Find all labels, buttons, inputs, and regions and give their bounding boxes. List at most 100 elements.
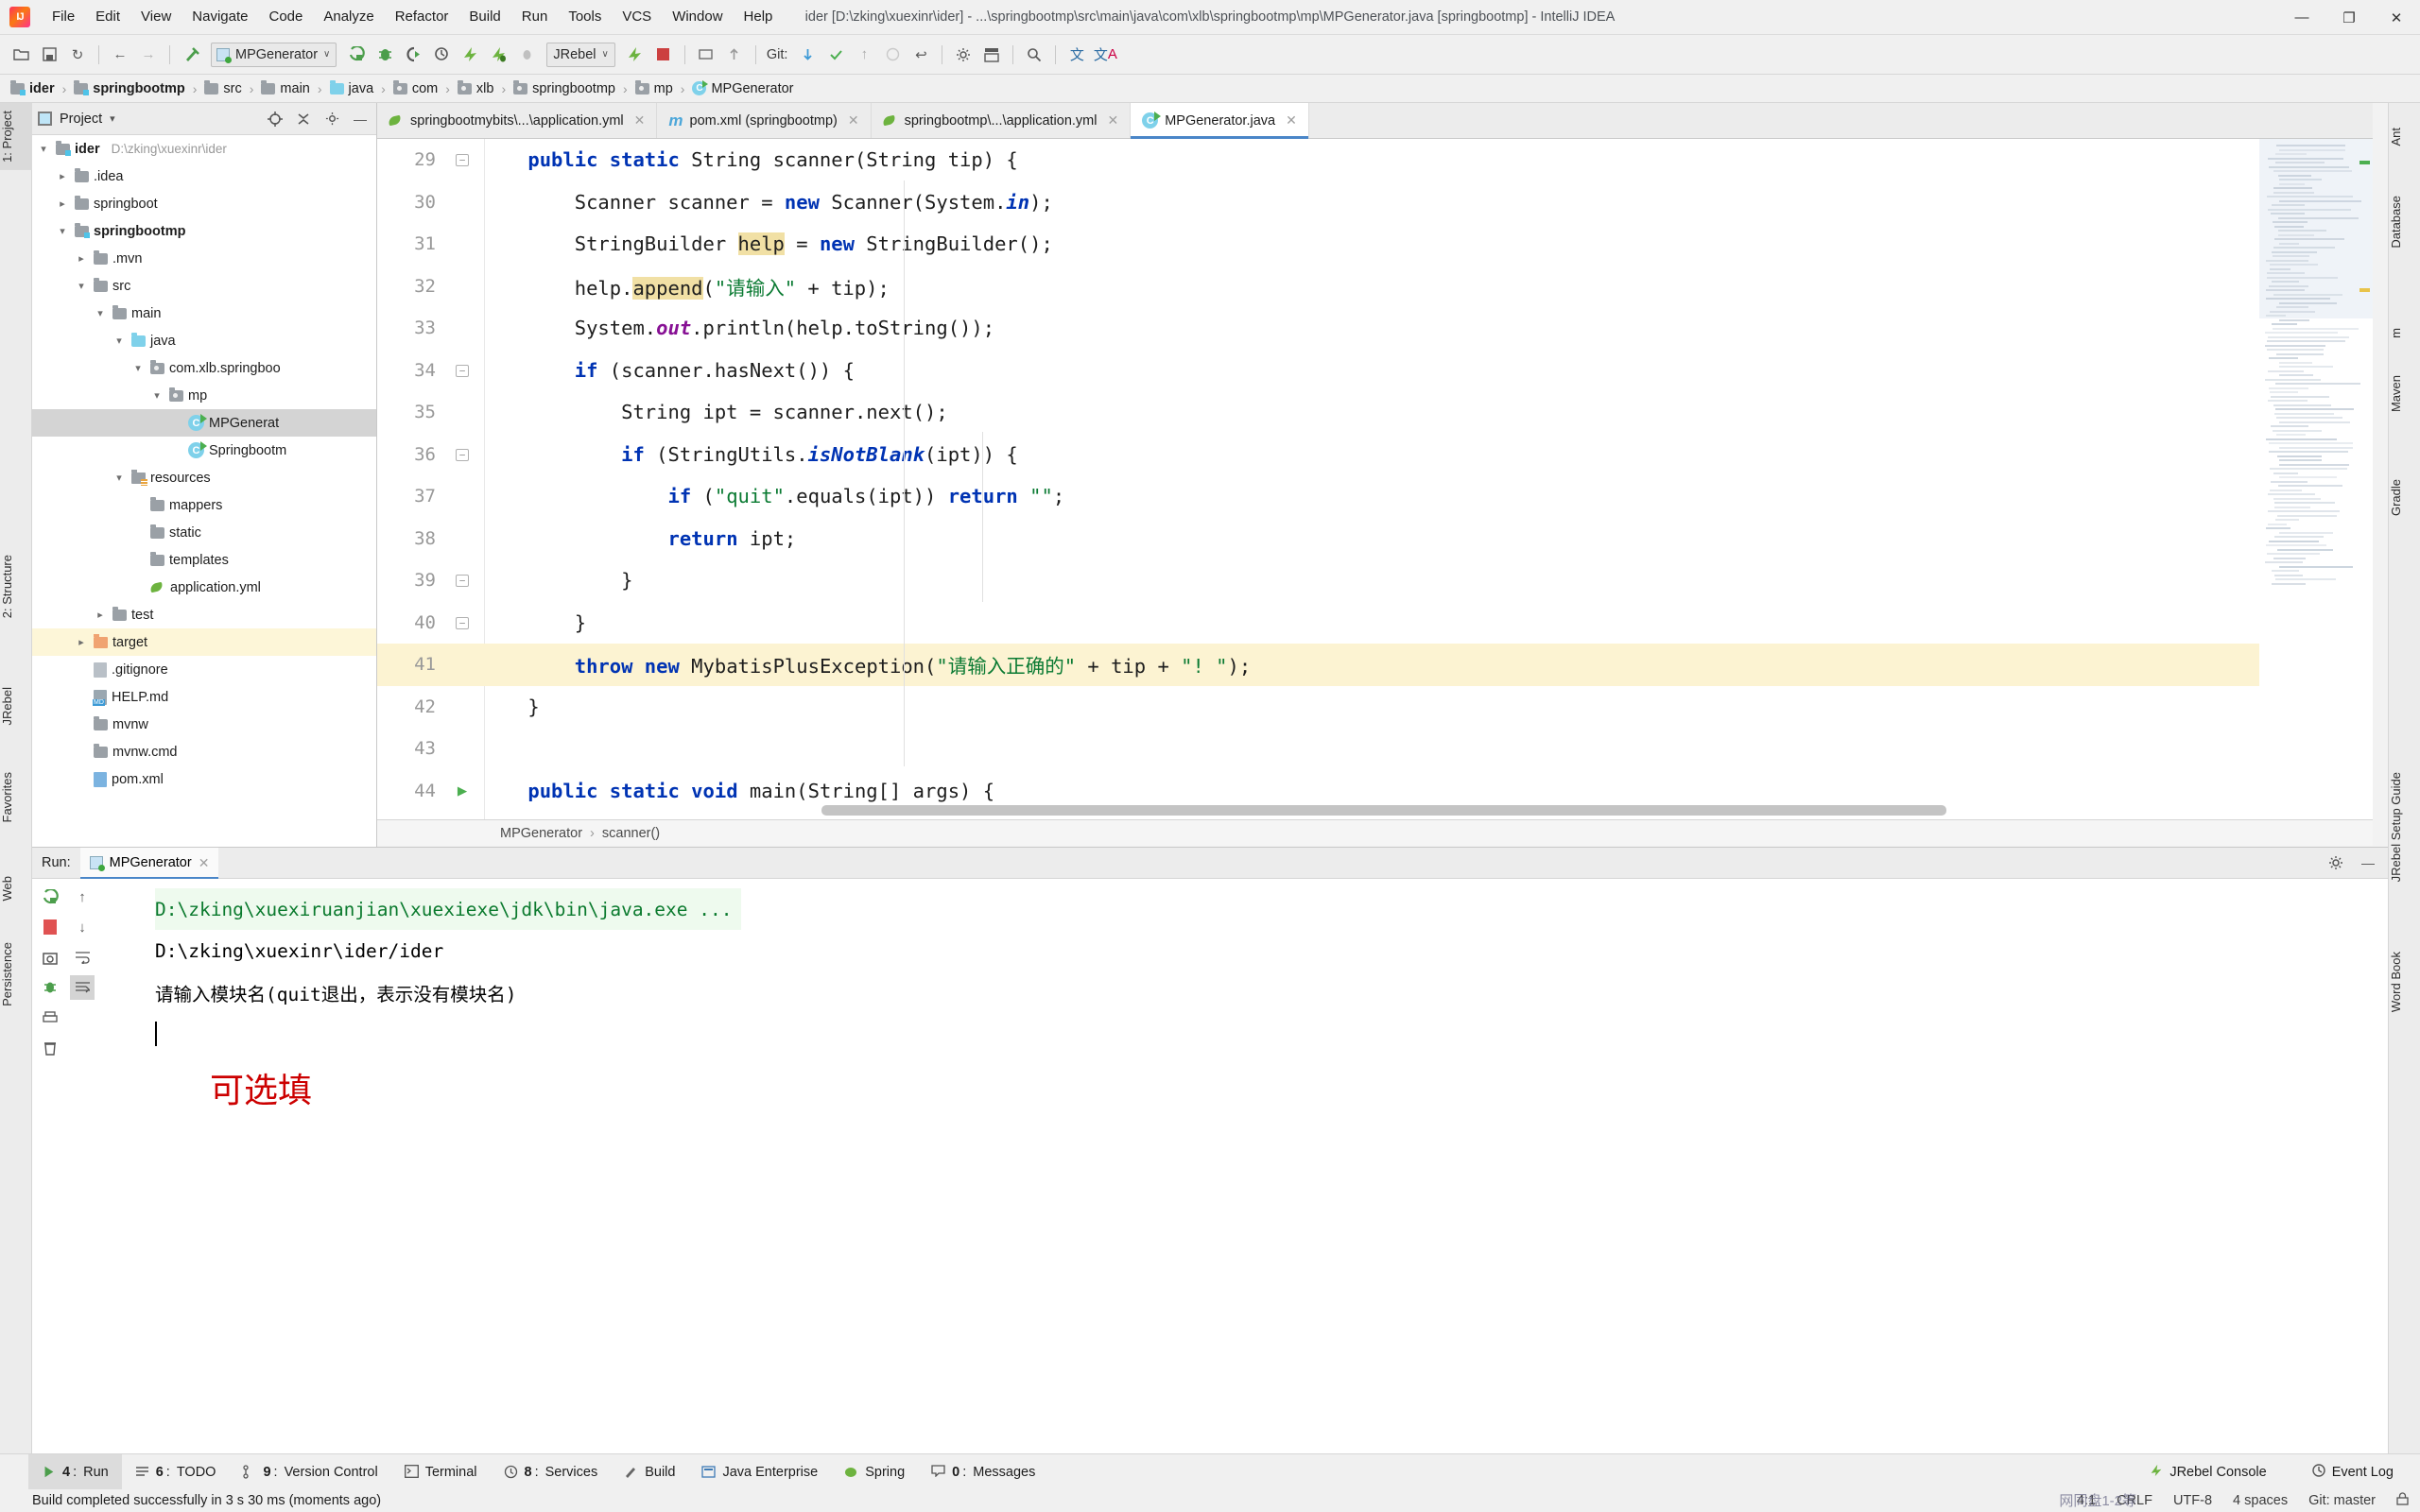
bottom-tab-build[interactable]: Build: [611, 1454, 688, 1490]
sidebar-item-m[interactable]: m: [2389, 320, 2420, 346]
maximize-button[interactable]: ❐: [2325, 0, 2373, 35]
stop-icon[interactable]: [38, 915, 62, 939]
run-with-coverage-icon[interactable]: [400, 42, 426, 68]
bottom-tab-event-log[interactable]: Event Log: [2299, 1454, 2407, 1490]
chevron-right-icon[interactable]: [74, 636, 89, 648]
menu-item-build[interactable]: Build: [458, 5, 510, 29]
breadcrumb-item-com[interactable]: com: [390, 81, 441, 96]
sync-icon[interactable]: ↻: [64, 42, 91, 68]
breadcrumb-item-main[interactable]: main: [258, 81, 312, 96]
tree-item[interactable]: java: [32, 327, 376, 354]
run-icon[interactable]: [343, 42, 370, 68]
git-revert-icon[interactable]: ↩: [908, 42, 934, 68]
tree-item[interactable]: .mvn: [32, 245, 376, 272]
git-commit-icon[interactable]: [822, 42, 849, 68]
sidebar-item-structure[interactable]: 2: Structure: [0, 547, 32, 626]
chevron-down-icon[interactable]: [112, 335, 127, 347]
fold-marker-icon[interactable]: −: [443, 152, 481, 167]
tree-item[interactable]: C MPGenerat: [32, 409, 376, 437]
chevron-down-icon[interactable]: ▾: [110, 112, 115, 125]
print-icon[interactable]: [38, 1005, 62, 1030]
jrebel-debug-icon[interactable]: [485, 42, 511, 68]
horizontal-scrollbar[interactable]: [821, 805, 1946, 816]
code-line[interactable]: 42 }: [377, 686, 2373, 729]
tree-item[interactable]: mappers: [32, 491, 376, 519]
code-line[interactable]: 36− if (StringUtils.isNotBlank(ipt)) {: [377, 434, 2373, 476]
gear-icon[interactable]: [2325, 852, 2346, 873]
hide-panel-icon[interactable]: —: [350, 109, 371, 129]
scroll-down-icon[interactable]: ↓: [70, 915, 95, 939]
sidebar-item-jrebel[interactable]: JRebel: [0, 679, 32, 732]
tree-item[interactable]: C Springbootm: [32, 437, 376, 464]
tree-item[interactable]: iderD:\zking\xuexinr\ider: [32, 135, 376, 163]
close-icon[interactable]: ✕: [634, 112, 646, 129]
menu-item-view[interactable]: View: [130, 5, 182, 29]
lang-icon[interactable]: 文A: [1092, 42, 1118, 68]
jrebel-selector[interactable]: JRebel ∨: [546, 43, 614, 67]
tree-item[interactable]: templates: [32, 546, 376, 574]
debug-icon[interactable]: [372, 42, 398, 68]
breadcrumb-item-mp[interactable]: mp: [632, 81, 676, 96]
git-branch[interactable]: Git: master: [2308, 1493, 2376, 1508]
menu-item-analyze[interactable]: Analyze: [313, 5, 384, 29]
tree-item[interactable]: HELP.md: [32, 683, 376, 711]
encoding[interactable]: UTF-8: [2173, 1493, 2212, 1508]
tree-item[interactable]: target: [32, 628, 376, 656]
close-icon[interactable]: ✕: [848, 112, 859, 129]
bottom-tab-spring[interactable]: Spring: [831, 1454, 918, 1490]
chevron-right-icon[interactable]: [74, 252, 89, 265]
run-configuration-selector[interactable]: MPGenerator ∨: [211, 43, 337, 67]
update-project-icon[interactable]: [693, 42, 719, 68]
bottom-tab-services[interactable]: 8: Services: [491, 1454, 612, 1490]
breadcrumb-item-springbootmp[interactable]: springbootmp: [71, 81, 187, 96]
build-hammer-icon[interactable]: [178, 42, 204, 68]
code-editor[interactable]: 29− public static String scanner(String …: [377, 139, 2373, 819]
editor-tab[interactable]: springbootmybits\...\application.yml ✕: [377, 103, 657, 138]
commit-icon[interactable]: [721, 42, 748, 68]
tree-item[interactable]: pom.xml: [32, 765, 376, 793]
locate-icon[interactable]: [265, 109, 285, 129]
tree-item[interactable]: mvnw: [32, 711, 376, 738]
sidebar-item-gradle[interactable]: Gradle: [2389, 472, 2420, 524]
translate-icon[interactable]: 文: [1063, 42, 1090, 68]
menu-item-refactor[interactable]: Refactor: [385, 5, 459, 29]
chevron-right-icon[interactable]: [93, 609, 108, 621]
sidebar-item-jrebel-setup-guide[interactable]: JRebel Setup Guide: [2389, 765, 2420, 889]
tree-item[interactable]: test: [32, 601, 376, 628]
chevron-right-icon[interactable]: [55, 198, 70, 210]
code-line[interactable]: 30 Scanner scanner = new Scanner(System.…: [377, 181, 2373, 224]
tree-item[interactable]: com.xlb.springboo: [32, 354, 376, 382]
clear-all-icon[interactable]: [38, 1036, 62, 1060]
tree-item[interactable]: .gitignore: [32, 656, 376, 683]
menu-item-code[interactable]: Code: [258, 5, 313, 29]
bottom-tab-todo[interactable]: 6: TODO: [122, 1454, 230, 1490]
chevron-down-icon[interactable]: [74, 280, 89, 292]
code-line[interactable]: 29− public static String scanner(String …: [377, 139, 2373, 181]
bottom-tab-version-control[interactable]: 9: Version Control: [229, 1454, 390, 1490]
code-line[interactable]: 41 throw new MybatisPlusException("请输入正确…: [377, 644, 2373, 686]
project-structure-icon[interactable]: [978, 42, 1005, 68]
indent-setting[interactable]: 4 spaces: [2233, 1493, 2288, 1508]
bottom-tab-messages[interactable]: 0: Messages: [918, 1454, 1048, 1490]
tree-item[interactable]: mvnw.cmd: [32, 738, 376, 765]
close-icon[interactable]: ✕: [199, 855, 210, 871]
sidebar-item-word-book[interactable]: Word Book: [2389, 944, 2420, 1020]
editor-tab[interactable]: C MPGenerator.java ✕: [1131, 103, 1309, 138]
breadcrumb-item-ider[interactable]: ider: [8, 81, 58, 96]
screenshot-icon[interactable]: [38, 945, 62, 970]
gutter-run-icon[interactable]: ▶: [443, 782, 481, 800]
minimize-button[interactable]: —: [2278, 0, 2325, 35]
tree-item[interactable]: springboot: [32, 190, 376, 217]
soft-wrap-icon[interactable]: [70, 945, 95, 970]
tree-item[interactable]: springbootmp: [32, 217, 376, 245]
chevron-down-icon[interactable]: [130, 362, 146, 374]
menu-item-navigate[interactable]: Navigate: [182, 5, 258, 29]
code-line[interactable]: 31 StringBuilder help = new StringBuilde…: [377, 223, 2373, 266]
chevron-down-icon[interactable]: [93, 307, 108, 319]
code-line[interactable]: 38 return ipt;: [377, 518, 2373, 560]
sidebar-item-ant[interactable]: Ant: [2389, 120, 2420, 154]
menu-item-file[interactable]: File: [42, 5, 85, 29]
search-everywhere-icon[interactable]: [1021, 42, 1047, 68]
jrebel-run-icon[interactable]: [457, 42, 483, 68]
tree-item[interactable]: .idea: [32, 163, 376, 190]
